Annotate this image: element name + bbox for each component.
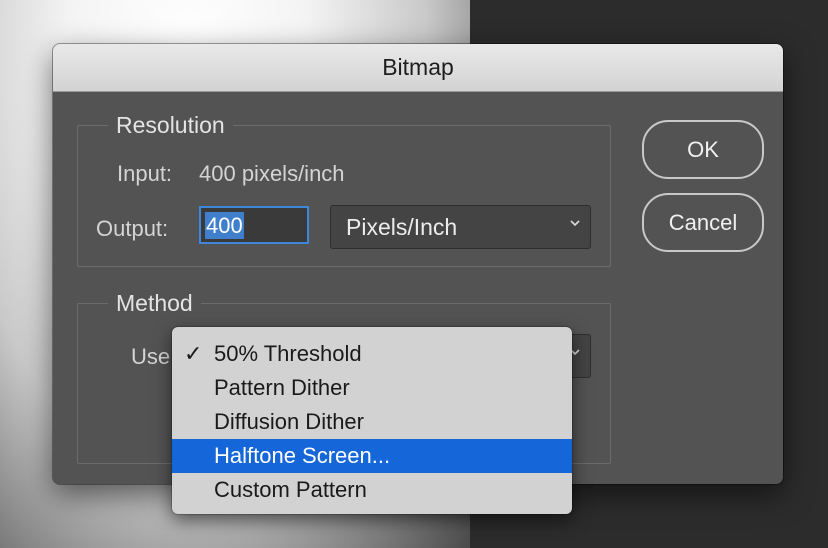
output-label: Output: bbox=[96, 216, 169, 241]
method-dropdown-menu: ✓ 50% Threshold Pattern Dither Diffusion… bbox=[172, 327, 572, 514]
menu-item-custom-pattern[interactable]: Custom Pattern bbox=[172, 473, 572, 507]
menu-item-label: Pattern Dither bbox=[214, 375, 350, 400]
output-resolution-value: 400 bbox=[205, 212, 244, 239]
resolution-unit-select[interactable]: Pixels/Inch bbox=[330, 205, 591, 249]
chevron-down-icon bbox=[570, 220, 580, 227]
use-label: Use bbox=[131, 344, 171, 369]
menu-item-50-threshold[interactable]: ✓ 50% Threshold bbox=[172, 337, 572, 371]
dialog-title: Bitmap bbox=[53, 44, 783, 92]
input-value: 400 pixels/inch bbox=[199, 161, 345, 186]
resolution-legend: Resolution bbox=[116, 112, 225, 138]
ok-button[interactable]: OK bbox=[642, 120, 764, 179]
menu-item-label: Custom Pattern bbox=[214, 477, 367, 502]
menu-item-halftone-screen[interactable]: Halftone Screen... bbox=[172, 439, 572, 473]
menu-item-pattern-dither[interactable]: Pattern Dither bbox=[172, 371, 572, 405]
input-label: Input: bbox=[117, 161, 173, 186]
method-legend: Method bbox=[116, 290, 193, 316]
cancel-button[interactable]: Cancel bbox=[642, 193, 764, 252]
menu-item-label: 50% Threshold bbox=[214, 341, 362, 366]
menu-item-label: Halftone Screen... bbox=[214, 443, 391, 468]
resolution-unit-value: Pixels/Inch bbox=[346, 214, 458, 240]
check-icon: ✓ bbox=[184, 341, 203, 366]
menu-item-diffusion-dither[interactable]: Diffusion Dither bbox=[172, 405, 572, 439]
menu-item-label: Diffusion Dither bbox=[214, 409, 364, 434]
output-resolution-input[interactable]: 400 bbox=[199, 206, 309, 244]
